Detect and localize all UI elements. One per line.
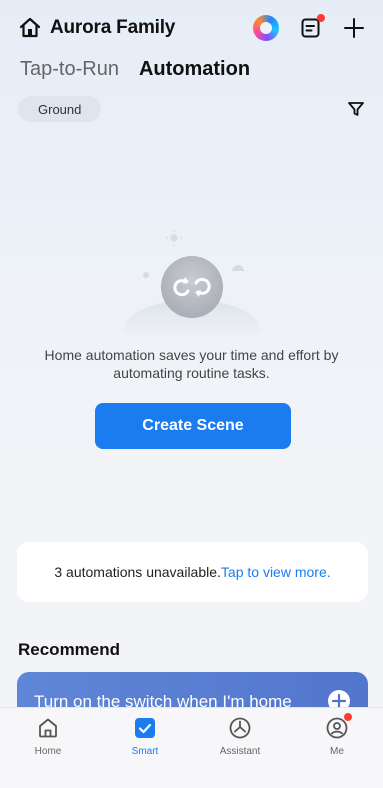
tabbar-home-label: Home — [34, 746, 62, 757]
filter-icon[interactable] — [347, 100, 365, 118]
unavailable-automations-card[interactable]: 3 automations unavailable. Tap to view mo… — [17, 542, 368, 602]
plus-icon[interactable] — [343, 17, 365, 39]
view-more-link[interactable]: Tap to view more. — [221, 564, 331, 580]
tabbar-assistant-label: Assistant — [219, 746, 261, 757]
home-icon[interactable] — [18, 16, 42, 40]
tabbar-me-label: Me — [330, 746, 344, 757]
tabbar-smart-label: Smart — [131, 746, 159, 757]
bottom-tab-bar: Home Smart Assistant Me — [0, 707, 383, 788]
unavailable-text: 3 automations unavailable. — [54, 564, 221, 580]
home-outline-icon — [39, 718, 57, 738]
recommend-heading: Recommend — [18, 640, 121, 659]
header-bar: Aurora Family — [0, 0, 383, 56]
room-filter-chip[interactable]: Ground — [18, 96, 102, 122]
notification-badge — [317, 14, 325, 22]
empty-state-description: Home automation saves your time and effo… — [44, 347, 339, 381]
profile-badge — [344, 713, 352, 721]
filter-row: Ground — [18, 96, 365, 122]
profile-icon — [325, 713, 352, 740]
tabbar-assistant[interactable]: Assistant — [210, 716, 270, 757]
header-actions — [253, 14, 365, 41]
assistant-icon — [229, 717, 251, 739]
family-title[interactable]: Aurora Family — [50, 17, 175, 39]
tabbar-home[interactable]: Home — [18, 716, 78, 757]
assistant-orb-icon[interactable] — [253, 15, 279, 41]
create-scene-button[interactable]: Create Scene — [95, 403, 291, 449]
tabbar-smart[interactable]: Smart — [115, 716, 175, 757]
automation-illustration — [124, 230, 260, 335]
tabbar-me[interactable]: Me — [307, 713, 367, 757]
scene-tabs: Tap-to-Run Automation — [20, 58, 250, 81]
smart-check-icon — [135, 718, 155, 738]
tab-automation[interactable]: Automation — [139, 58, 250, 81]
tab-tap-to-run[interactable]: Tap-to-Run — [20, 58, 119, 81]
document-icon[interactable] — [299, 14, 325, 40]
